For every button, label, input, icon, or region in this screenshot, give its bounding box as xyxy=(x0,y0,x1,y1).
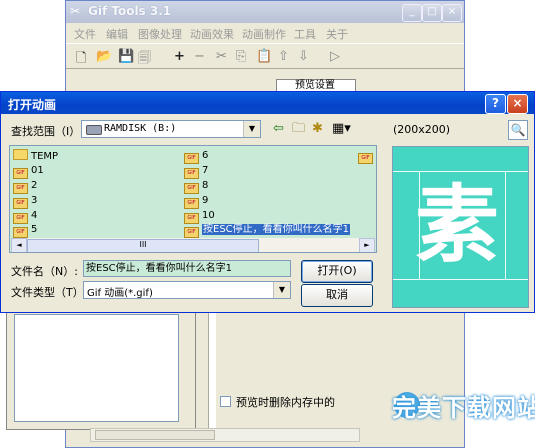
scroll-left-arrow[interactable]: ◄ xyxy=(11,238,27,252)
filename-input[interactable]: 按ESC停止，看看你叫什么名字1 xyxy=(83,260,291,277)
preview-delete-checkbox[interactable] xyxy=(220,396,231,407)
new-folder-icon[interactable]: ✱ xyxy=(312,122,323,136)
gif-file-icon: GIF xyxy=(13,183,28,194)
maximize-button[interactable]: □ xyxy=(422,4,442,22)
gif-file-icon: GIF xyxy=(184,183,199,194)
bg-scroll-thumb[interactable] xyxy=(95,430,215,440)
preview-pane: 素 xyxy=(392,146,529,308)
list-item[interactable]: GIF 7 xyxy=(184,164,208,179)
file-list-hscrollbar[interactable]: ◄ III ► xyxy=(11,238,375,252)
toolbar: 🗋 📂 💾 🗐 + − ✂ ⎘ 📋 ⇧ ⇩ ▷ xyxy=(66,43,464,69)
gif-file-icon: GIF xyxy=(13,227,28,238)
menu-image[interactable]: 图像处理 xyxy=(138,26,182,42)
preview-delete-label: 预览时删除内存中的 xyxy=(236,396,335,409)
app-title: Gif Tools 3.1 xyxy=(88,4,172,18)
help-button[interactable]: ? xyxy=(485,94,506,114)
scroll-right-arrow[interactable]: ► xyxy=(359,238,375,252)
gif-file-icon: GIF xyxy=(13,168,28,179)
preview-grid-line xyxy=(505,171,506,279)
gif-file-icon: GIF xyxy=(358,153,373,164)
close-dialog-button[interactable]: × xyxy=(507,94,528,114)
up-icon[interactable]: ⇧ xyxy=(278,49,289,64)
open-icon[interactable]: 📂 xyxy=(96,49,112,64)
gif-file-icon: GIF xyxy=(184,168,199,179)
menu-bar: 文件 编辑 图像处理 动画效果 动画制作 工具 关于 xyxy=(66,23,464,43)
list-item[interactable]: GIF 9 xyxy=(184,194,208,209)
remove-icon[interactable]: − xyxy=(194,49,205,64)
frames-list[interactable] xyxy=(14,314,179,422)
minimize-button[interactable]: _ xyxy=(402,4,422,22)
gif-file-icon: GIF xyxy=(13,198,28,209)
dialog-title: 打开动画 xyxy=(8,98,57,112)
list-item[interactable]: GIF 3 xyxy=(13,194,37,209)
gif-file-icon: GIF xyxy=(184,227,199,238)
play-icon[interactable]: ▷ xyxy=(330,49,340,64)
preview-image-character: 素 xyxy=(415,176,500,274)
filename-label: 文件名（N）: xyxy=(11,265,78,278)
preview-grid-line xyxy=(393,279,528,280)
menu-effects[interactable]: 动画效果 xyxy=(190,26,234,42)
add-icon[interactable]: + xyxy=(174,49,185,64)
copy-icon[interactable]: ⎘ xyxy=(236,49,246,64)
filetype-label: 文件类型（T）: xyxy=(11,286,88,299)
save-icon[interactable]: 💾 xyxy=(118,49,134,64)
file-list[interactable]: TEMP GIF 01 GIF 2 GIF 3 GIF 4 GIF 5 GIF 6 GIF 7… xyxy=(9,145,377,253)
menu-tools[interactable]: 工具 xyxy=(294,26,316,42)
cut-icon[interactable]: ✂ xyxy=(216,49,227,64)
list-item[interactable]: GIF按 xyxy=(358,149,376,164)
panel-splitter[interactable] xyxy=(208,300,216,430)
lookin-value: RAMDISK (B:) xyxy=(104,123,177,134)
close-app-button[interactable]: × xyxy=(442,4,462,22)
open-animation-dialog: 打开动画 ? × 查找范围（I）: RAMDISK (B:) ▼ ⇦ 🗀 ✱ ▦… xyxy=(0,91,535,313)
gif-file-icon: GIF xyxy=(184,153,199,164)
menu-file[interactable]: 文件 xyxy=(74,26,96,42)
filetype-select[interactable]: Gif 动画(*.gif) ▼ xyxy=(83,281,291,299)
list-item[interactable]: GIF 6 xyxy=(184,149,208,164)
filetype-value: Gif 动画(*.gif) xyxy=(87,288,153,299)
drive-icon xyxy=(86,125,102,135)
preview-settings-label: 预览设置 xyxy=(295,80,335,91)
save-all-icon[interactable]: 🗐 xyxy=(138,49,151,71)
menu-about[interactable]: 关于 xyxy=(326,26,348,42)
zoom-icon[interactable]: 🔍 xyxy=(508,120,528,140)
folder-icon xyxy=(13,149,28,160)
dialog-title-bar[interactable]: 打开动画 ? × xyxy=(1,92,534,114)
image-size-readout: (200x200) xyxy=(393,123,451,136)
new-icon[interactable]: 🗋 xyxy=(76,49,86,71)
lookin-label: 查找范围（I）: xyxy=(11,125,84,138)
chevron-down-icon[interactable]: ▼ xyxy=(273,282,290,298)
list-item[interactable]: GIF 10 xyxy=(184,209,215,224)
gif-file-icon: GIF xyxy=(184,198,199,209)
scroll-thumb[interactable]: III xyxy=(27,239,259,252)
list-item[interactable]: GIF 4 xyxy=(13,209,37,224)
app-title-bar[interactable]: ✂ Gif Tools 3.1 _ □ × xyxy=(66,1,464,23)
list-item[interactable]: GIF 2 xyxy=(13,179,37,194)
preview-grid-line xyxy=(393,171,528,172)
paste-icon[interactable]: 📋 xyxy=(256,49,272,64)
lookin-select[interactable]: RAMDISK (B:) ▼ xyxy=(81,120,261,138)
menu-create[interactable]: 动画制作 xyxy=(242,26,286,42)
back-icon[interactable]: ⇦ xyxy=(273,122,284,136)
list-item[interactable]: GIF 8 xyxy=(184,179,208,194)
list-item[interactable]: GIF 5 xyxy=(13,223,37,238)
chevron-down-icon[interactable]: ▼ xyxy=(243,121,260,137)
tools-icon: ✂ xyxy=(70,4,81,18)
list-item[interactable]: TEMP xyxy=(13,149,58,163)
list-item[interactable]: GIF 01 xyxy=(13,164,44,179)
watermark-text: 完美下载网站 xyxy=(392,394,535,422)
list-item-selected[interactable]: GIF 按ESC停止，看看你叫什么名字1 xyxy=(184,223,351,238)
menu-edit[interactable]: 编辑 xyxy=(106,26,128,42)
cancel-button[interactable]: 取消 xyxy=(301,284,373,307)
site-watermark: 完美下载网站 xyxy=(392,386,535,426)
view-menu-icon[interactable]: ▦▾ xyxy=(332,122,351,136)
open-button[interactable]: 打开(O) xyxy=(301,260,373,283)
up-folder-icon[interactable]: 🗀 xyxy=(292,122,305,136)
down-icon[interactable]: ⇩ xyxy=(298,49,309,64)
